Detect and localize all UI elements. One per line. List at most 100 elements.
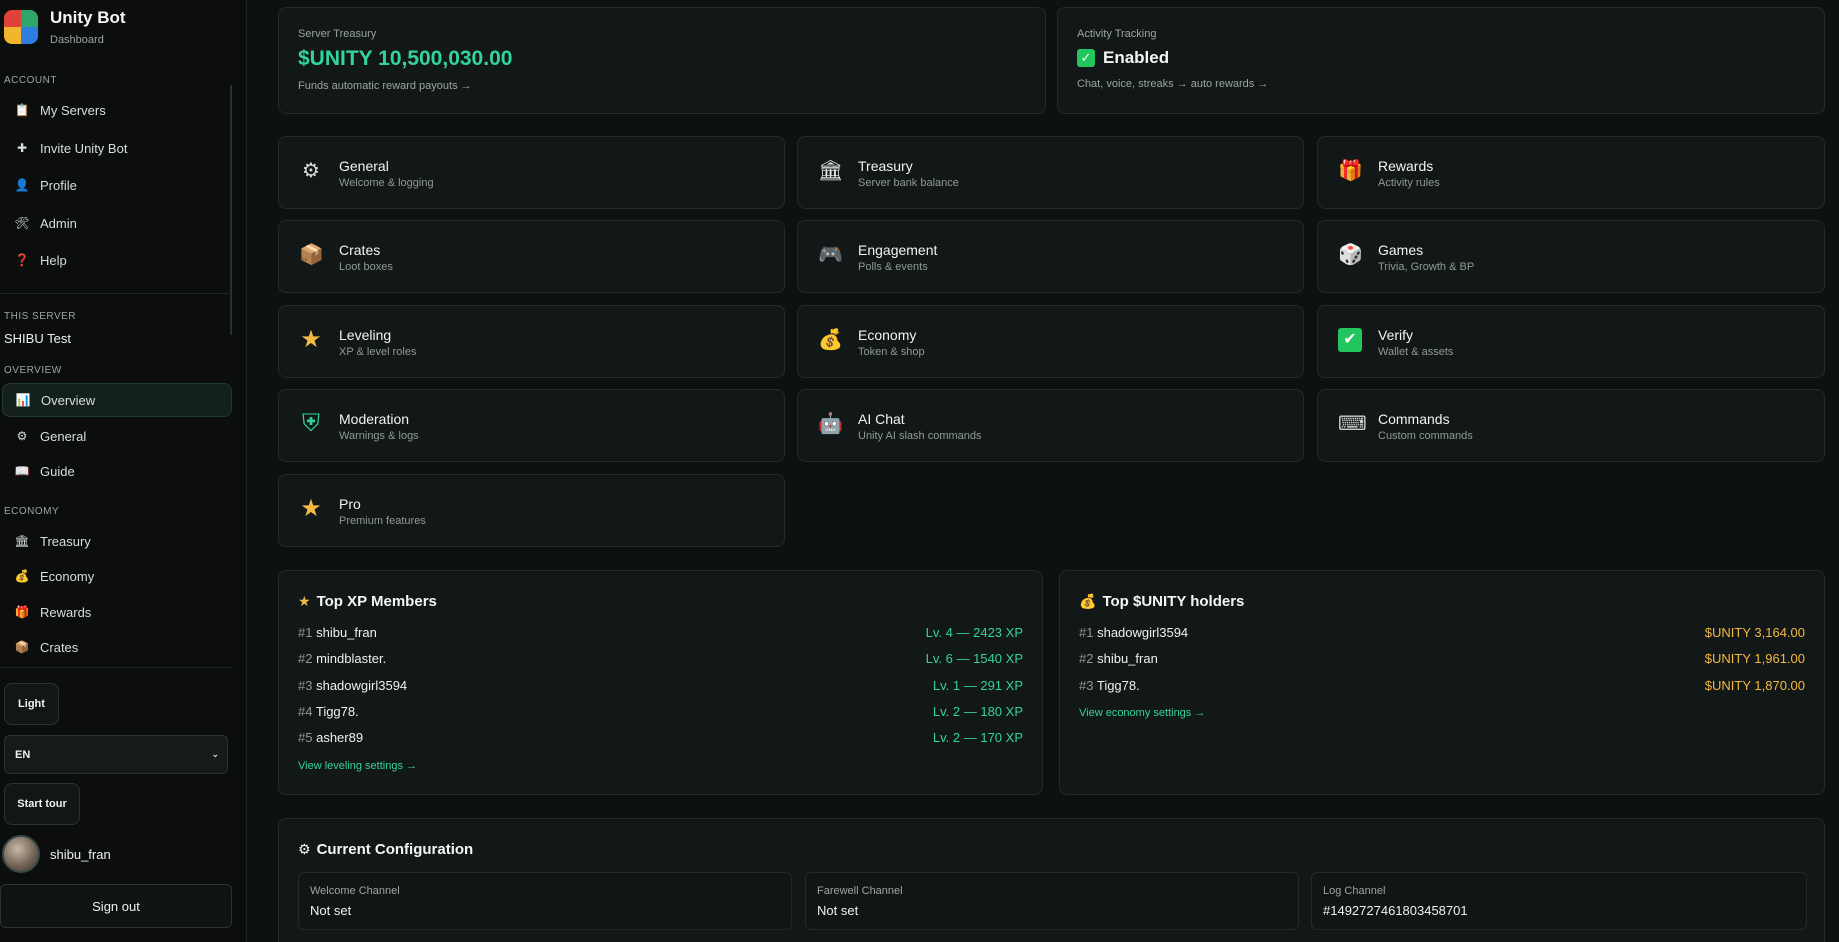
feature-subtitle: Loot boxes xyxy=(339,261,393,273)
feature-economy[interactable]: 💰 Economy Token & shop xyxy=(797,305,1304,378)
sidebar-item-label: Invite Unity Bot xyxy=(40,140,128,156)
activity-sub: Chat, voice, streaks → auto rewards → xyxy=(1077,78,1269,90)
scrollbar[interactable] xyxy=(230,85,232,335)
gear-icon: ⚙ xyxy=(302,160,320,182)
overview-section-label: OVERVIEW xyxy=(4,365,62,376)
dice-icon: 🎲 xyxy=(1338,244,1363,266)
list-item: #2 mindblaster. Lv. 6 — 1540 XP xyxy=(298,651,1023,671)
treasury-card[interactable]: Server Treasury $UNITY 10,500,030.00 Fun… xyxy=(278,7,1046,114)
box-icon: 📦 xyxy=(299,244,324,266)
list-item: #5 asher89 Lv. 2 — 170 XP xyxy=(298,730,1023,750)
sidebar: Unity Bot Dashboard ACCOUNT 📋 My Servers … xyxy=(0,0,247,942)
feature-title: Treasury xyxy=(858,158,913,174)
rank: #5 xyxy=(298,730,313,745)
member-name: shadowgirl3594 xyxy=(316,678,408,693)
sidebar-item-help[interactable]: ❓ Help xyxy=(2,243,232,277)
view-leveling-settings-link[interactable]: View leveling settings → xyxy=(298,760,417,772)
top-xp-panel: ★ Top XP Members #1 shibu_fran Lv. 4 — 24… xyxy=(278,570,1043,795)
activity-status: ✓ Enabled xyxy=(1077,48,1169,68)
xp-value: Lv. 2 — 170 XP xyxy=(932,730,1023,745)
sidebar-item-profile[interactable]: 👤 Profile xyxy=(2,168,232,202)
sidebar-item-economy[interactable]: 💰 Economy xyxy=(2,559,232,593)
feature-games[interactable]: 🎲 Games Trivia, Growth & BP xyxy=(1317,220,1825,293)
rank: #3 xyxy=(1079,678,1094,693)
member-name: mindblaster. xyxy=(316,651,387,666)
panel-title: ★ Top XP Members xyxy=(298,593,437,610)
gear-icon: ⚙ xyxy=(298,841,311,857)
member-name: Tigg78. xyxy=(315,704,359,719)
xp-value: Lv. 4 — 2423 XP xyxy=(925,625,1023,640)
sidebar-item-crates[interactable]: 📦 Crates xyxy=(2,630,232,664)
bank-icon: 🏛 xyxy=(818,160,844,182)
theme-toggle-button[interactable]: Light xyxy=(4,683,59,725)
member-name: asher89 xyxy=(316,730,364,745)
sidebar-item-my-servers[interactable]: 📋 My Servers xyxy=(2,93,232,127)
sidebar-item-guide[interactable]: 📖 Guide xyxy=(2,454,232,488)
feature-subtitle: Polls & events xyxy=(858,261,928,273)
feature-title: Engagement xyxy=(858,242,938,258)
language-select[interactable]: EN ⌄ xyxy=(4,735,228,774)
money-bag-icon: 💰 xyxy=(1079,593,1097,609)
sidebar-item-label: Admin xyxy=(40,215,77,231)
feature-rewards[interactable]: 🎁 Rewards Activity rules xyxy=(1317,136,1825,209)
account-section-label: ACCOUNT xyxy=(4,75,57,86)
economy-section-label: ECONOMY xyxy=(4,506,60,517)
feature-title: Leveling xyxy=(339,327,392,343)
feature-title: Games xyxy=(1378,242,1424,258)
feature-subtitle: Activity rules xyxy=(1378,177,1440,189)
sidebar-item-admin[interactable]: 🛠 Admin xyxy=(2,206,232,240)
field-label: Log Channel xyxy=(1323,885,1386,897)
feature-general[interactable]: ⚙ General Welcome & logging xyxy=(278,136,785,209)
feature-subtitle: Server bank balance xyxy=(858,177,959,189)
holder-name: shibu_fran xyxy=(1097,651,1158,666)
sidebar-item-treasury[interactable]: 🏛 Treasury xyxy=(2,524,232,558)
view-economy-settings-link[interactable]: View economy settings → xyxy=(1079,707,1205,719)
feature-title: Pro xyxy=(339,496,361,512)
feature-verify[interactable]: ✔ Verify Wallet & assets xyxy=(1317,305,1825,378)
rank: #1 xyxy=(1079,625,1094,640)
sidebar-item-invite[interactable]: ✚ Invite Unity Bot xyxy=(2,131,232,165)
sign-out-button[interactable]: Sign out xyxy=(0,884,232,928)
feature-leveling[interactable]: ★ Leveling XP & level roles xyxy=(278,305,785,378)
check-icon: ✔ xyxy=(1338,328,1362,352)
brand[interactable]: Unity Bot Dashboard xyxy=(4,8,126,46)
panel-title-text: Top XP Members xyxy=(316,593,437,610)
feature-crates[interactable]: 📦 Crates Loot boxes xyxy=(278,220,785,293)
feature-moderation[interactable]: ⛨ Moderation Warnings & logs xyxy=(278,389,785,462)
field-value: Not set xyxy=(310,903,352,918)
keyboard-icon: ⌨ xyxy=(1338,413,1367,435)
sidebar-item-rewards[interactable]: 🎁 Rewards xyxy=(2,595,232,629)
user-profile[interactable]: shibu_fran xyxy=(2,835,111,873)
feature-pro[interactable]: ★ Pro Premium features xyxy=(278,474,785,547)
sidebar-item-general[interactable]: ⚙ General xyxy=(2,419,232,453)
divider xyxy=(0,293,232,294)
feature-title: Crates xyxy=(339,242,381,258)
money-bag-icon: 💰 xyxy=(818,329,843,351)
activity-status-text: Enabled xyxy=(1103,48,1170,67)
feature-subtitle: Token & shop xyxy=(858,346,925,358)
plus-icon: ✚ xyxy=(16,141,28,155)
activity-card[interactable]: Activity Tracking ✓ Enabled Chat, voice,… xyxy=(1057,7,1825,114)
feature-engagement[interactable]: 🎮 Engagement Polls & events xyxy=(797,220,1304,293)
sidebar-item-label: Overview xyxy=(41,392,96,408)
username: shibu_fran xyxy=(50,846,111,862)
sidebar-item-overview[interactable]: 📊 Overview xyxy=(2,383,232,417)
list-item: #1 shadowgirl3594 $UNITY 3,164.00 xyxy=(1079,625,1805,645)
list-item: #2 shibu_fran $UNITY 1,961.00 xyxy=(1079,651,1805,671)
gift-icon: 🎁 xyxy=(1338,160,1363,182)
feature-ai-chat[interactable]: 🤖 AI Chat Unity AI slash commands xyxy=(797,389,1304,462)
puzzle-logo-icon xyxy=(4,10,38,44)
treasury-label: Server Treasury xyxy=(298,28,377,40)
holder-balance: $UNITY 3,164.00 xyxy=(1704,625,1805,640)
feature-commands[interactable]: ⌨ Commands Custom commands xyxy=(1317,389,1825,462)
holder-balance: $UNITY 1,870.00 xyxy=(1704,678,1805,693)
top-holders-panel: 💰 Top $UNITY holders #1 shadowgirl3594 $U… xyxy=(1059,570,1825,795)
avatar xyxy=(2,835,40,873)
start-tour-button[interactable]: Start tour xyxy=(4,783,80,825)
feature-treasury[interactable]: 🏛 Treasury Server bank balance xyxy=(797,136,1304,209)
bank-icon: 🏛 xyxy=(14,534,30,548)
server-name: SHIBU Test xyxy=(4,331,71,346)
sidebar-item-label: Rewards xyxy=(40,604,92,620)
feature-subtitle: Welcome & logging xyxy=(339,177,434,189)
feature-subtitle: Custom commands xyxy=(1378,430,1473,442)
